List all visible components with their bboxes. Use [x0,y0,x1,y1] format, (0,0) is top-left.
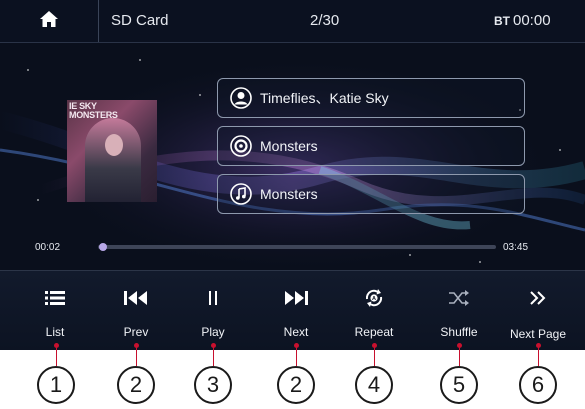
elapsed-time: 00:02 [35,242,61,253]
list-icon [15,285,95,311]
callout-number: 6 [519,366,557,404]
list-button[interactable]: List [15,271,95,350]
skip-back-icon [96,285,176,311]
total-time: 03:45 [503,242,529,253]
shuffle-label: Shuffle [440,325,478,339]
svg-text:A: A [372,296,376,302]
album-art: IE SKY MONSTERS [67,100,157,202]
album-art-text: IE SKY MONSTERS [69,101,118,120]
callout-number: 3 [194,366,232,404]
music-note-icon [230,183,252,205]
shuffle-button[interactable]: Shuffle [419,271,499,350]
callout-number: 2 [117,366,155,404]
home-button[interactable] [0,0,99,42]
double-chevron-right-icon [498,285,578,311]
callout-anchor-dot [536,343,541,348]
progress-knob[interactable] [98,243,107,251]
repeat-button[interactable]: A Repeat [334,271,414,350]
home-icon [39,10,59,33]
progress-bar[interactable] [98,243,496,251]
callout-anchor-dot [294,343,299,348]
prev-label: Prev [123,325,149,339]
play-label: Play [201,325,225,339]
bluetooth-clock: BT 00:00 [494,12,551,29]
next-label: Next [283,325,309,339]
top-status-bar: SD Card 2/30 BT 00:00 [0,0,585,43]
next-page-label: Next Page [509,327,567,341]
skip-forward-icon [256,285,336,311]
callout-number: 5 [440,366,478,404]
callout-number: 1 [37,366,75,404]
callout-anchor-dot [372,343,377,348]
repeat-all-icon: A [334,285,414,311]
callout-number: 2 [277,366,315,404]
album-art-face [105,134,123,156]
player-screen: SD Card 2/30 BT 00:00 IE SKY MONSTERS Tim… [0,0,585,350]
album-art-figure [85,118,141,202]
album-name: Monsters [260,138,318,154]
callout-anchor-dot [134,343,139,348]
album-row: Monsters [217,126,525,166]
song-title: Monsters [260,186,318,202]
artist-row: Timeflies、Katie Sky [217,78,525,118]
track-counter: 2/30 [310,12,340,29]
next-page-button[interactable]: Next Page [498,271,578,350]
shuffle-icon [419,285,499,311]
repeat-label: Repeat [354,325,394,339]
callout-anchor-dot [457,343,462,348]
callout-anchor-dot [211,343,216,348]
list-label: List [45,325,65,339]
title-row: Monsters [217,174,525,214]
next-button[interactable]: Next [256,271,336,350]
play-button[interactable]: Play [173,271,253,350]
pause-icon [173,285,253,311]
clock-time: 00:00 [513,12,551,29]
control-bar: List Prev Play Next A Repeat Shuffle Nex… [0,270,585,350]
bluetooth-label: BT [494,14,510,28]
callout-anchor-dot [54,343,59,348]
prev-button[interactable]: Prev [96,271,176,350]
disc-icon [230,135,252,157]
callout-number: 4 [355,366,393,404]
person-icon [230,87,252,109]
artist-name: Timeflies、Katie Sky [260,90,389,106]
source-label: SD Card [111,12,169,29]
